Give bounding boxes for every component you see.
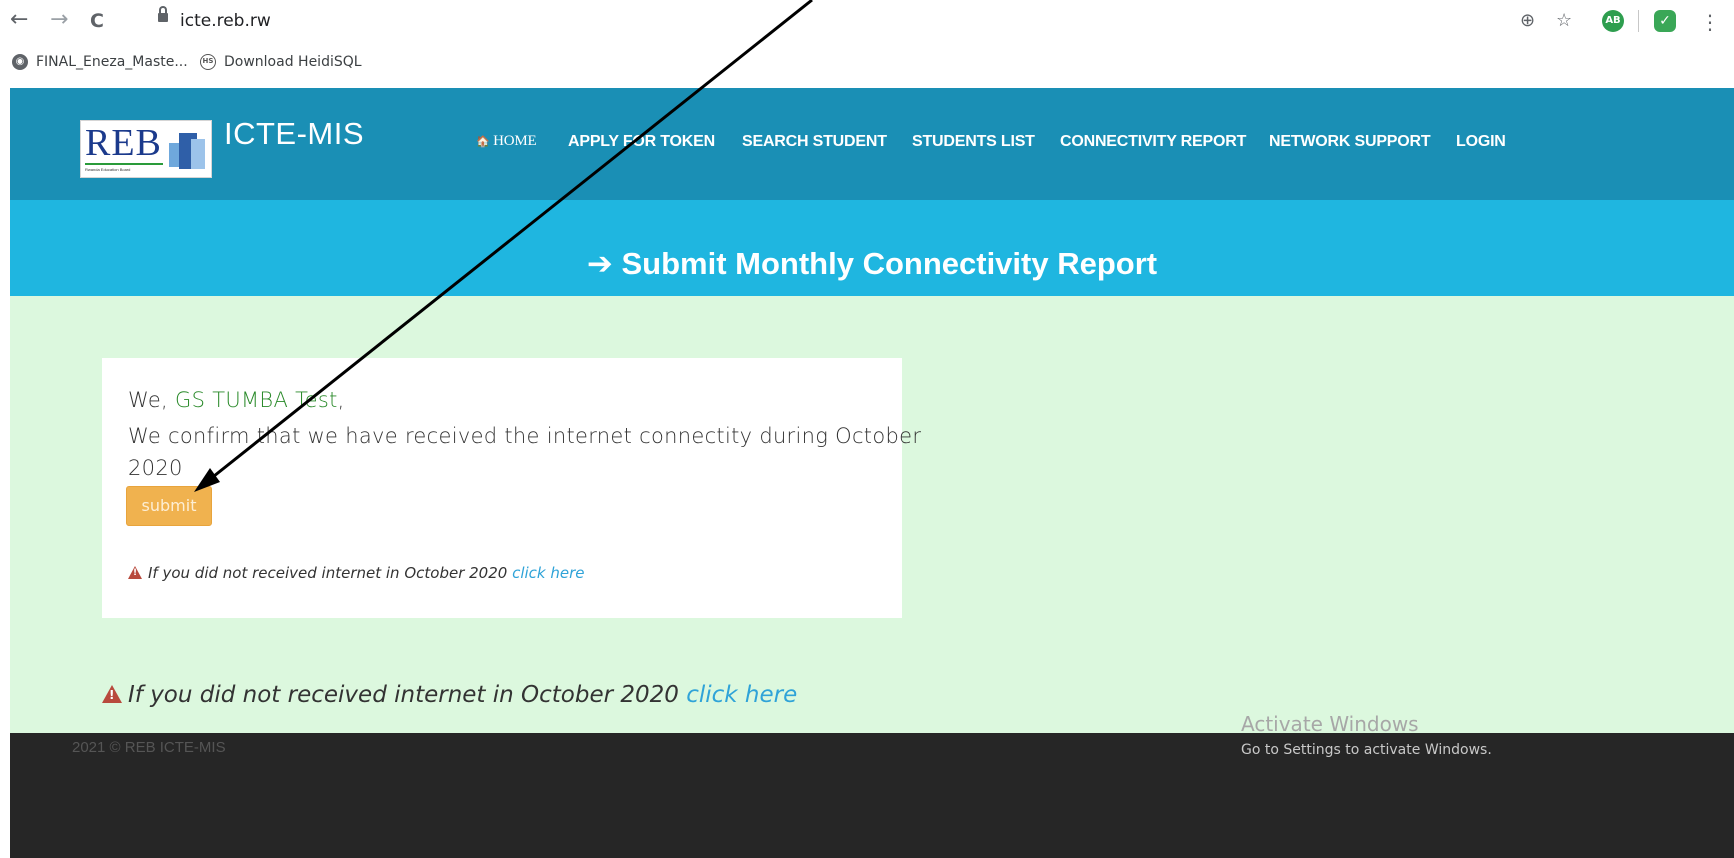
site-header: REB Rwanda Education Board ICTE-MIS 🏠 HO…	[10, 88, 1734, 200]
bookmarks-bar: ◉ FINAL_Eneza_Maste... HS Download Heidi…	[0, 46, 1734, 80]
home-icon: 🏠	[476, 136, 490, 148]
forward-arrow-icon[interactable]: →	[50, 8, 68, 32]
confirm-text: We confirm that we have received the int…	[128, 424, 922, 448]
adblock-extension-icon[interactable]: AB	[1602, 10, 1624, 32]
shield-extension-icon[interactable]: ✓	[1654, 10, 1676, 32]
page-warning-text: If you did not received internet in Octo…	[128, 682, 687, 708]
report-card: We, GS TUMBA Test, We confirm that we ha…	[102, 358, 921, 618]
back-arrow-icon[interactable]: ←	[10, 8, 28, 32]
card-warning-text: If you did not received internet in Octo…	[148, 564, 513, 582]
windows-activation-watermark: Activate Windows Go to Settings to activ…	[1241, 712, 1492, 758]
warning-icon	[102, 685, 122, 703]
nav-login[interactable]: LOGIN	[1456, 133, 1506, 151]
lock-icon	[158, 6, 168, 24]
nav-home[interactable]: 🏠 HOME	[476, 133, 537, 150]
warning-icon	[128, 566, 142, 579]
reb-logo[interactable]: REB Rwanda Education Board	[80, 120, 212, 178]
school-name: GS TUMBA Test	[175, 388, 338, 412]
globe-icon: ◉	[12, 54, 28, 70]
browser-toolbar-icons: ⊕ ☆ AB ✓ ⋮	[1520, 10, 1720, 34]
star-icon[interactable]: ☆	[1556, 10, 1572, 31]
nav-apply-for-token[interactable]: APPLY FOR TOKEN	[568, 133, 715, 151]
zoom-icon[interactable]: ⊕	[1520, 10, 1535, 31]
page-title: ➔ Submit Monthly Connectivity Report	[10, 246, 1734, 282]
nav-connectivity-report[interactable]: CONNECTIVITY REPORT	[1060, 133, 1246, 151]
bookmark-label: Download HeidiSQL	[224, 54, 362, 70]
watermark-title: Activate Windows	[1241, 712, 1419, 736]
page-click-here-link[interactable]: click here	[686, 682, 797, 708]
page-banner: ➔ Submit Monthly Connectivity Report	[10, 200, 1734, 296]
page-title-text: Submit Monthly Connectivity Report	[621, 246, 1158, 281]
toolbar-divider	[1638, 10, 1639, 32]
nav-students-list[interactable]: STUDENTS LIST	[912, 133, 1035, 151]
heidisql-icon: HS	[200, 54, 216, 70]
logo-underline	[85, 163, 163, 165]
watermark-subtitle: Go to Settings to activate Windows.	[1241, 742, 1492, 758]
submit-button[interactable]: submit	[126, 486, 212, 526]
reload-icon[interactable]: C	[90, 9, 104, 33]
footer-copyright: 2021 © REB ICTE-MIS	[72, 739, 226, 756]
page-warning: If you did not received internet in Octo…	[102, 682, 797, 708]
bookmark-heidisql[interactable]: HS Download HeidiSQL	[200, 54, 362, 70]
menu-dots-icon[interactable]: ⋮	[1700, 10, 1720, 34]
nav-home-label: HOME	[493, 133, 537, 149]
logo-graphic	[169, 129, 207, 171]
we-suffix: ,	[337, 388, 345, 412]
logo-text: REB	[85, 122, 162, 164]
address-bar[interactable]: icte.reb.rw	[142, 4, 1682, 38]
brand-title[interactable]: ICTE-MIS	[224, 116, 364, 152]
card-warning: If you did not received internet in Octo…	[128, 564, 585, 582]
nav-search-student[interactable]: SEARCH STUDENT	[742, 133, 887, 151]
we-prefix: We,	[128, 388, 176, 412]
url-text[interactable]: icte.reb.rw	[180, 11, 271, 31]
browser-chrome: ← → C icte.reb.rw ⊕ ☆ AB ✓ ⋮ ◉ FINAL_Ene…	[0, 0, 1734, 88]
card-click-here-link[interactable]: click here	[512, 564, 584, 582]
school-line: We, GS TUMBA Test,	[128, 388, 345, 412]
bookmark-label: FINAL_Eneza_Maste...	[36, 54, 188, 70]
bookmark-final-eneza[interactable]: ◉ FINAL_Eneza_Maste...	[12, 54, 188, 70]
logo-tagline: Rwanda Education Board	[85, 167, 131, 172]
nav-network-support[interactable]: NETWORK SUPPORT	[1269, 133, 1431, 151]
arrow-right-icon: ➔	[586, 246, 613, 282]
confirm-text-year: 2020	[128, 456, 183, 480]
